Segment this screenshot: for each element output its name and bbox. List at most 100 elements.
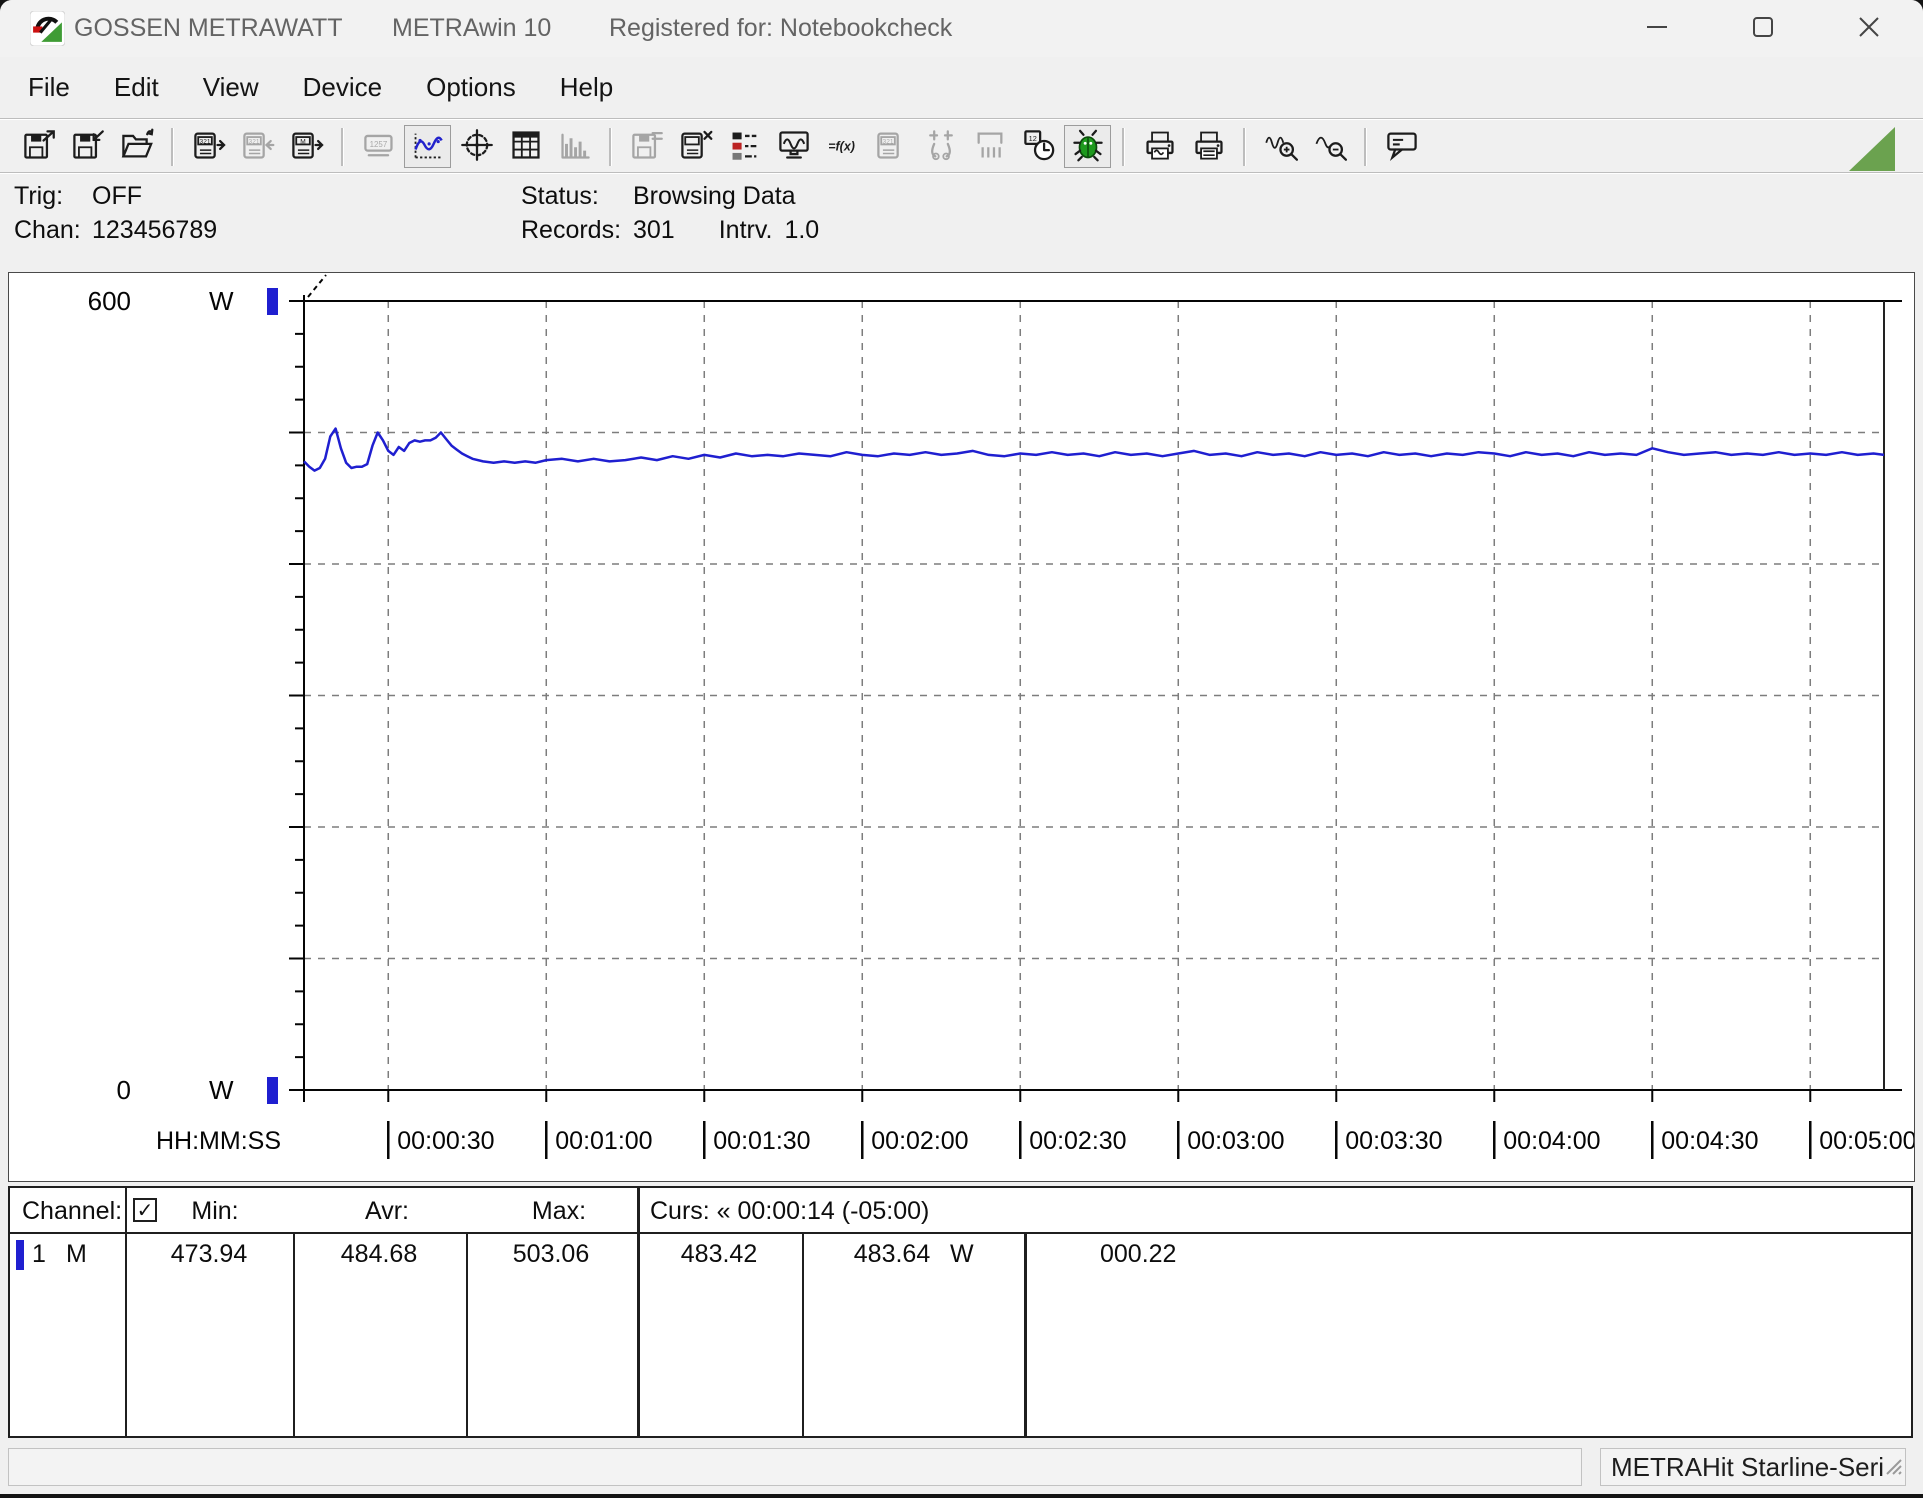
maximize-button[interactable] [1728,0,1798,57]
open-file-button[interactable] [113,125,160,168]
cell-channel-mode: M [66,1240,87,1268]
save-export-icon [22,128,56,165]
table-divider [466,1232,468,1436]
cell-max: 503.06 [512,1240,590,1268]
toolbar-separator [341,127,344,166]
x-axis-caption: HH:MM:SS [156,1127,281,1155]
statusbar-message-field [8,1448,1582,1486]
power-chart: 00:00:30 00:01:00 00:01:30 00:02:00 00:02:30… [88,274,1914,1159]
export-data-icon [630,128,664,165]
toolbar-separator [1364,127,1367,166]
probe-sensors-icon [924,128,958,165]
x-tick-label: 00:02:00 [871,1127,968,1155]
minimize-button[interactable] [1622,0,1692,57]
toolbar-separator [1122,127,1125,166]
y-min-label: 0 [117,1075,131,1105]
demo-mode-button[interactable] [1064,125,1111,168]
zoom-in-button[interactable] [1257,125,1304,168]
chart-view-button[interactable] [404,125,451,168]
records-value: 301 [633,216,675,244]
save-export-button[interactable] [15,125,62,168]
cell-delta: 000.22 [1100,1240,1177,1268]
write-device-button: 321 [234,125,281,168]
svg-text:12: 12 [1028,134,1036,143]
device-settings-button[interactable] [672,125,719,168]
monitor-view-icon [777,128,811,165]
menu-item-help[interactable]: Help [538,68,635,107]
x-tick-label: 00:01:30 [713,1127,810,1155]
channel-list-button[interactable] [721,125,768,168]
menu-item-device[interactable]: Device [281,68,404,107]
menu-item-view[interactable]: View [181,68,281,107]
trigger-channel-info: Trig: OFF Chan: 123456789 [14,182,217,250]
app-window: GOSSEN METRAWATT METRAwin 10 Registered … [0,0,1923,1494]
print-report-button[interactable] [1185,125,1232,168]
read-device-button[interactable]: 321 [185,125,232,168]
annotation-button[interactable] [1378,125,1425,168]
monitor-view-button[interactable] [770,125,817,168]
device-name: METRAHit Starline-Seri [1611,1451,1885,1482]
x-tick-label: 00:05:00 [1819,1127,1914,1155]
divider [0,118,1923,119]
chart-panel: 00:00:30 00:01:00 00:01:30 00:02:00 00:02:30… [8,272,1915,1182]
title-bar: GOSSEN METRAWATT METRAwin 10 Registered … [0,0,1923,57]
col-header-max: Max: [531,1197,587,1225]
print-chart-button[interactable] [1136,125,1183,168]
divider [0,172,1923,173]
table-view-button[interactable] [502,125,549,168]
menu-item-options[interactable]: Options [404,68,538,107]
print-chart-icon [1143,128,1177,165]
svg-text:1257: 1257 [369,140,387,149]
resize-grip-icon[interactable] [1881,1452,1903,1483]
x-tick-label: 00:03:00 [1187,1127,1284,1155]
close-button[interactable] [1834,0,1904,57]
lcd-display-icon: 321 [875,128,909,165]
trig-value: OFF [92,182,142,210]
toolbar-separator [609,127,612,166]
x-tick-label: 00:04:00 [1503,1127,1600,1155]
print-report-icon [1192,128,1226,165]
zoom-out-button[interactable] [1306,125,1353,168]
svg-text:321: 321 [882,138,893,145]
cell-avr: 484.68 [340,1240,418,1268]
table-header-divider [10,1232,1911,1234]
status-records-info: Status: Browsing Data Records: 301 Intrv. 1.… [521,182,819,250]
col-header-avr: Avr: [365,1197,409,1225]
cursor-left-marker[interactable] [307,274,327,298]
formula-button[interactable]: =f(x) [819,125,866,168]
maximize-icon [1750,14,1776,43]
menu-item-edit[interactable]: Edit [92,68,181,107]
memory-read-icon: M [290,128,324,165]
y-unit-top: W [209,286,234,316]
title-brand: GOSSEN METRAWATT [74,14,343,42]
zoom-out-icon [1313,128,1347,165]
interval-timer-button[interactable]: 12 [1015,125,1062,168]
statusbar-device-field: METRAHit Starline-Seri [1600,1448,1906,1486]
trig-label: Trig: [14,182,64,210]
probe-bars-icon [973,128,1007,165]
channel-visibility-checkbox[interactable]: ✓ [133,1198,157,1222]
menu-bar: File Edit View Device Options Help [0,57,1923,118]
xy-view-button[interactable] [453,125,500,168]
x-tick-label: 00:04:30 [1661,1127,1758,1155]
cell-channel-number: 1 [32,1240,46,1268]
channel-range-marker-bottom [267,1077,278,1104]
toolbar: 321 321 M 1257 =f(x) 321 12 [0,121,1923,172]
table-view-icon [509,128,543,165]
svg-text:M: M [300,138,305,145]
formula-icon: =f(x) [826,128,860,165]
table-divider [637,1188,640,1436]
save-import-button[interactable] [64,125,111,168]
col-header-min: Min: [191,1197,239,1225]
probe-bars-button [966,125,1013,168]
svg-text:321: 321 [199,138,210,145]
read-device-icon: 321 [192,128,226,165]
xy-view-icon [460,128,494,165]
histogram-view-icon [558,128,592,165]
toolbar-separator [171,127,174,166]
cell-min: 473.94 [170,1240,248,1268]
zoom-in-icon [1264,128,1298,165]
menu-item-file[interactable]: File [6,68,92,107]
series-line-channel-1 [303,427,1885,472]
memory-read-button[interactable]: M [283,125,330,168]
